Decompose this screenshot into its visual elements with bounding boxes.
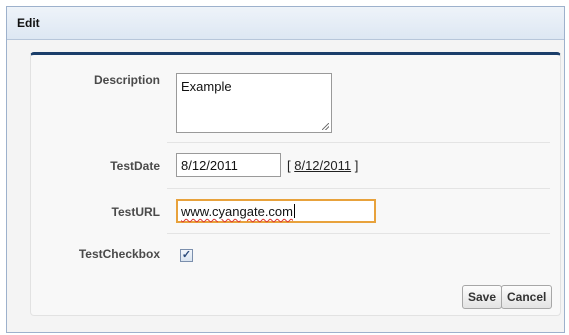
row-divider bbox=[167, 233, 550, 234]
test-date-value: 8/12/2011 bbox=[181, 158, 238, 173]
dialog-title: Edit bbox=[17, 16, 40, 30]
edit-dialog: Edit Description Example TestDate 8/12/2… bbox=[6, 6, 565, 333]
text-cursor bbox=[294, 204, 295, 218]
today-date-link[interactable]: 8/12/2011 bbox=[294, 158, 351, 173]
resize-handle-icon[interactable] bbox=[322, 123, 329, 130]
bracket-close: ] bbox=[351, 158, 359, 173]
test-url-label: TestURL bbox=[111, 205, 160, 219]
test-date-label: TestDate bbox=[110, 159, 160, 173]
test-url-input[interactable]: www.cyangate.com bbox=[176, 199, 376, 223]
today-date-shortcut: [ 8/12/2011 ] bbox=[287, 158, 358, 173]
test-date-input[interactable]: 8/12/2011 bbox=[176, 153, 281, 177]
edit-form-panel: Description Example TestDate 8/12/2011 [… bbox=[30, 52, 561, 316]
dialog-body: Description Example TestDate 8/12/2011 [… bbox=[7, 40, 564, 332]
dialog-titlebar: Edit bbox=[7, 7, 564, 40]
row-divider bbox=[167, 142, 550, 143]
save-button[interactable]: Save bbox=[462, 285, 503, 309]
test-checkbox-label: TestCheckbox bbox=[78, 247, 160, 261]
description-value: Example bbox=[181, 79, 232, 94]
test-url-value: www.cyangate.com bbox=[181, 204, 293, 219]
description-textarea[interactable]: Example bbox=[176, 73, 332, 133]
row-divider bbox=[167, 188, 550, 189]
cancel-button[interactable]: Cancel bbox=[501, 285, 553, 309]
description-label: Description bbox=[93, 73, 160, 87]
test-checkbox[interactable]: ✓ bbox=[180, 249, 193, 262]
